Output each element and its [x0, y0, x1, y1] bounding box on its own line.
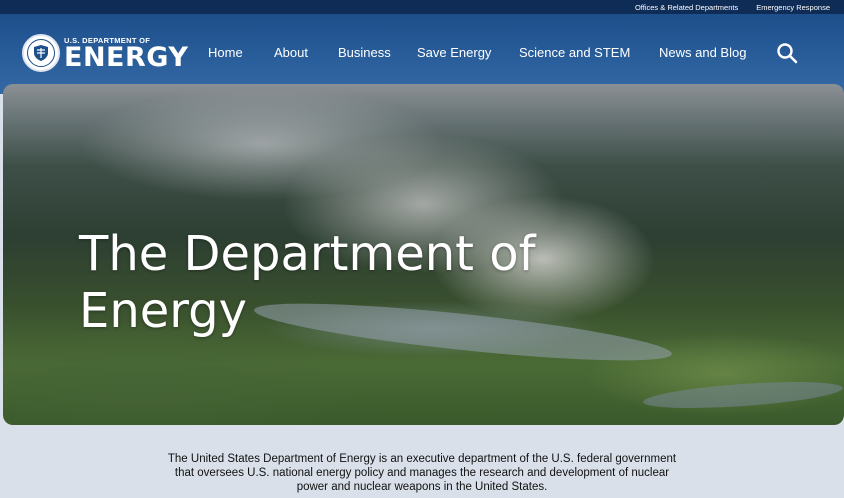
hero-banner: The Department of Energy: [3, 84, 844, 425]
doe-logo[interactable]: U.S. DEPARTMENT OF ENERGY: [22, 34, 188, 72]
hero-title: The Department of Energy: [79, 226, 536, 339]
hero-image-river: [642, 377, 844, 413]
offices-link[interactable]: Offices & Related Departments: [635, 3, 738, 12]
nav-home[interactable]: Home: [208, 45, 243, 60]
nav-about[interactable]: About: [274, 45, 308, 60]
emergency-response-link[interactable]: Emergency Response: [756, 3, 830, 12]
nav-news-blog[interactable]: News and Blog: [659, 45, 746, 60]
nav-business[interactable]: Business: [338, 45, 391, 60]
site-header: U.S. DEPARTMENT OF ENERGY Home About Bus…: [0, 14, 844, 94]
search-button[interactable]: [776, 42, 798, 64]
intro-text: The United States Department of Energy i…: [167, 453, 677, 493]
utility-bar: Offices & Related Departments Emergency …: [0, 0, 844, 14]
search-icon: [777, 43, 798, 64]
nav-save-energy[interactable]: Save Energy: [417, 45, 491, 60]
doe-seal-icon: [22, 34, 60, 72]
nav-science-stem[interactable]: Science and STEM: [519, 45, 630, 60]
logo-big-text: ENERGY: [64, 42, 189, 73]
